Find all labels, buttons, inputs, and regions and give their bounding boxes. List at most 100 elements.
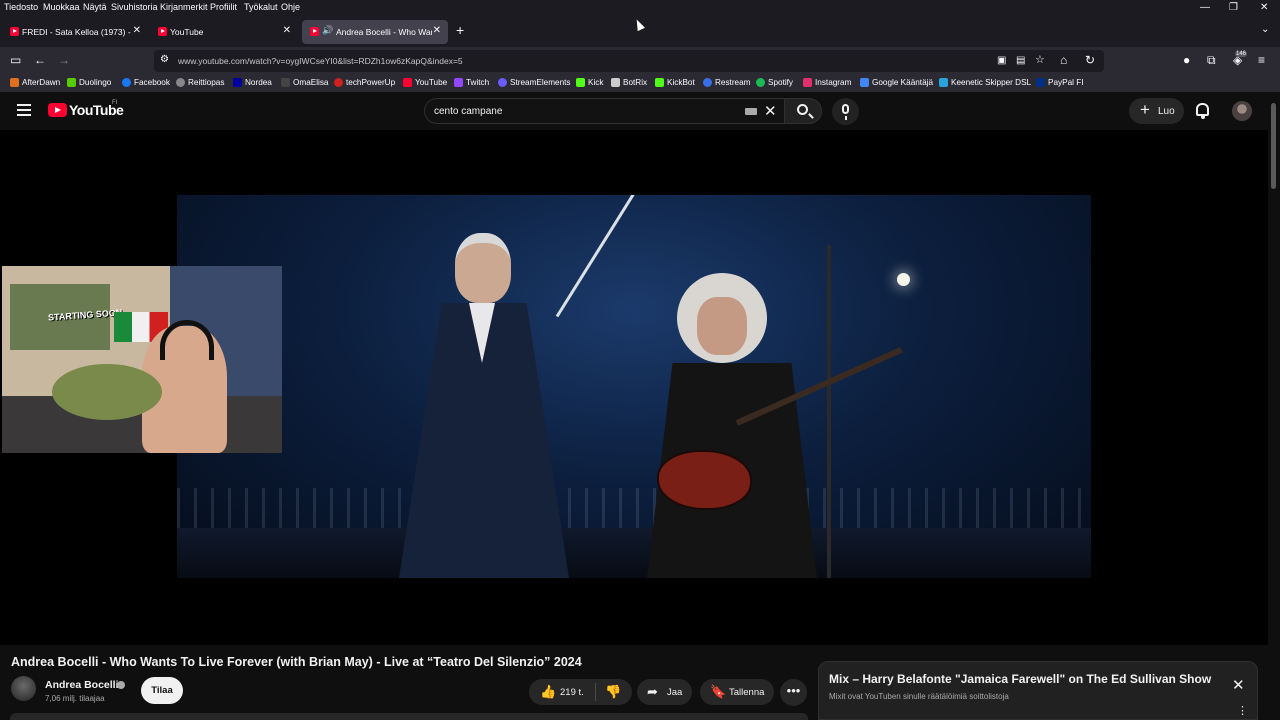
new-tab-button[interactable]: +	[456, 22, 464, 38]
extensions-icon[interactable]: ⧉	[1207, 53, 1216, 67]
mix-subtitle: Mixit ovat YouTuben sinulle räätälöimiä …	[829, 692, 1009, 701]
youtube-masthead: YouTube FI cento campane ✕ + Luo	[0, 92, 1280, 130]
bookmark-kick[interactable]: Kick	[576, 78, 603, 87]
sidebar-toggle-icon[interactable]: ▭	[10, 53, 21, 67]
tab-fredi[interactable]: FREDI - Sata Kelloa (1973) - You ✕	[2, 20, 148, 44]
bookmark-botrix[interactable]: BotRix	[611, 78, 647, 87]
restore-window-icon[interactable]: ❐	[1229, 2, 1238, 13]
minimize-window-icon[interactable]: —	[1200, 2, 1210, 13]
notifications-bell-icon[interactable]	[1196, 103, 1209, 119]
clear-search-icon[interactable]: ✕	[764, 102, 777, 120]
reload-icon[interactable]: ↻	[1085, 53, 1095, 67]
create-button[interactable]: + Luo	[1129, 98, 1184, 124]
twitch-icon	[454, 78, 463, 87]
keenetic-icon	[939, 78, 948, 87]
microphone-icon	[842, 104, 849, 120]
youtube-logo-icon[interactable]	[48, 103, 67, 117]
bookmark-paypal[interactable]: PayPal FI	[1036, 78, 1084, 87]
account-avatar[interactable]	[1232, 101, 1252, 121]
headset	[160, 320, 214, 360]
nordea-icon	[233, 78, 242, 87]
tab-andrea-bocelli[interactable]: 🔊 Andrea Bocelli - Who Wants ✕	[302, 20, 448, 44]
bookmark-instagram[interactable]: Instagram	[803, 78, 851, 87]
close-mix-icon[interactable]: ✕	[1232, 676, 1245, 694]
url-text[interactable]: www.youtube.com/watch?v=oygIWCseYI0&list…	[178, 56, 463, 66]
menu-tiedosto[interactable]: Tiedosto	[4, 2, 38, 12]
techpowerup-icon	[334, 78, 343, 87]
channel-avatar[interactable]	[11, 676, 36, 701]
home-icon[interactable]: ⌂	[1060, 53, 1067, 67]
video-frame[interactable]	[177, 195, 1091, 578]
bookmark-streamelements[interactable]: StreamElements	[498, 78, 571, 87]
bookmark-omaelisa[interactable]: OmaElisa	[281, 78, 329, 87]
menu-muokkaa[interactable]: Muokkaa	[43, 2, 80, 12]
tab-youtube[interactable]: YouTube ✕	[150, 20, 298, 44]
guide-menu-icon[interactable]	[17, 104, 31, 116]
bookmark-star-icon[interactable]: ☆	[1035, 53, 1045, 67]
search-query[interactable]: cento campane	[434, 106, 502, 117]
tab-close-icon[interactable]: ✕	[433, 25, 441, 36]
tab-label: YouTube	[170, 27, 204, 37]
account-icon[interactable]: ●	[1183, 53, 1190, 67]
menu-nayta[interactable]: Näytä	[83, 2, 107, 12]
bookmark-nordea[interactable]: Nordea	[233, 78, 272, 87]
app-menu-icon[interactable]: ≡	[1258, 53, 1265, 67]
save-button[interactable]: 🔖 Tallenna	[700, 679, 774, 705]
tab-close-icon[interactable]: ✕	[133, 25, 141, 36]
menu-ohje[interactable]: Ohje	[281, 2, 300, 12]
bookmark-facebook[interactable]: Facebook	[122, 78, 170, 87]
globe-icon	[176, 78, 185, 87]
share-label: Jaa	[667, 687, 683, 698]
bookmark-kickbot[interactable]: KickBot	[655, 78, 695, 87]
save-label: Tallenna	[729, 687, 765, 698]
bookmark-reittiopas[interactable]: Reittiopas	[176, 78, 224, 87]
thumbs-up-icon[interactable]: 👍	[540, 684, 556, 699]
share-button[interactable]: ➦ Jaa	[637, 679, 692, 705]
search-button[interactable]	[784, 98, 822, 124]
menu-bar: Tiedosto Muokkaa Näytä Sivuhistoria Kirj…	[0, 0, 1280, 16]
menu-kirjanmerkit[interactable]: Kirjanmerkit	[160, 2, 208, 12]
menu-tyokalut[interactable]: Työkalut	[244, 2, 278, 12]
mix-more-options-icon[interactable]: ⋮	[1237, 706, 1248, 717]
forward-icon[interactable]: →	[58, 53, 70, 67]
list-all-tabs-icon[interactable]: ⌄	[1261, 24, 1269, 35]
singer-bocelli	[387, 233, 569, 578]
streamelements-icon	[498, 78, 507, 87]
close-window-icon[interactable]: ✕	[1260, 2, 1268, 13]
bookmark-techpowerup[interactable]: techPowerUp	[334, 78, 395, 87]
address-bar[interactable]: ⚙ www.youtube.com/watch?v=oygIWCseYI0&li…	[154, 50, 1104, 72]
subscriber-count: 7,06 milj. tilaajaa	[45, 694, 105, 703]
thumbs-down-icon[interactable]: 👎	[605, 684, 621, 699]
menu-sivuhistoria[interactable]: Sivuhistoria	[111, 2, 158, 12]
subscribe-button[interactable]: Tilaa	[141, 677, 183, 704]
mix-title[interactable]: Mix – Harry Belafonte "Jamaica Farewell"…	[829, 672, 1224, 686]
paypal-icon	[1036, 78, 1045, 87]
bookmark-duolingo[interactable]: Duolingo	[67, 78, 111, 87]
bookmark-keenetic[interactable]: Keenetic Skipper DSL	[939, 78, 1031, 87]
stage-floor	[177, 528, 1091, 578]
tab-close-icon[interactable]: ✕	[283, 25, 291, 36]
bookmark-twitch[interactable]: Twitch	[454, 78, 489, 87]
keyboard-icon[interactable]	[745, 108, 757, 115]
reader-view-icon[interactable]: ▤	[1016, 54, 1025, 68]
instagram-icon	[803, 78, 812, 87]
menu-profiilit[interactable]: Profiilit	[210, 2, 237, 12]
voice-search-button[interactable]	[832, 98, 859, 125]
description-box[interactable]	[10, 713, 808, 720]
site-info-icon[interactable]: ⚙	[160, 54, 169, 65]
audio-playing-icon[interactable]: 🔊	[322, 25, 333, 36]
bookmark-spotify[interactable]: Spotify	[756, 78, 793, 87]
more-actions-button[interactable]: •••	[780, 679, 807, 706]
back-icon[interactable]: ←	[34, 53, 46, 67]
bookmark-afterdawn[interactable]: AfterDawn	[10, 78, 60, 87]
bookmark-google-kaantaja[interactable]: Google Kääntäjä	[860, 78, 933, 87]
bookmark-restream[interactable]: Restream	[703, 78, 751, 87]
search-input[interactable]: cento campane ✕	[424, 98, 784, 124]
picture-in-picture-icon[interactable]: ▣	[997, 54, 1006, 68]
orchestra-lights	[177, 488, 1091, 528]
page-scrollbar[interactable]	[1271, 103, 1276, 189]
like-count[interactable]: 219 t.	[560, 687, 584, 698]
restream-icon	[703, 78, 712, 87]
bookmark-youtube[interactable]: YouTube	[403, 78, 447, 87]
channel-name[interactable]: Andrea Bocelli	[45, 679, 119, 691]
